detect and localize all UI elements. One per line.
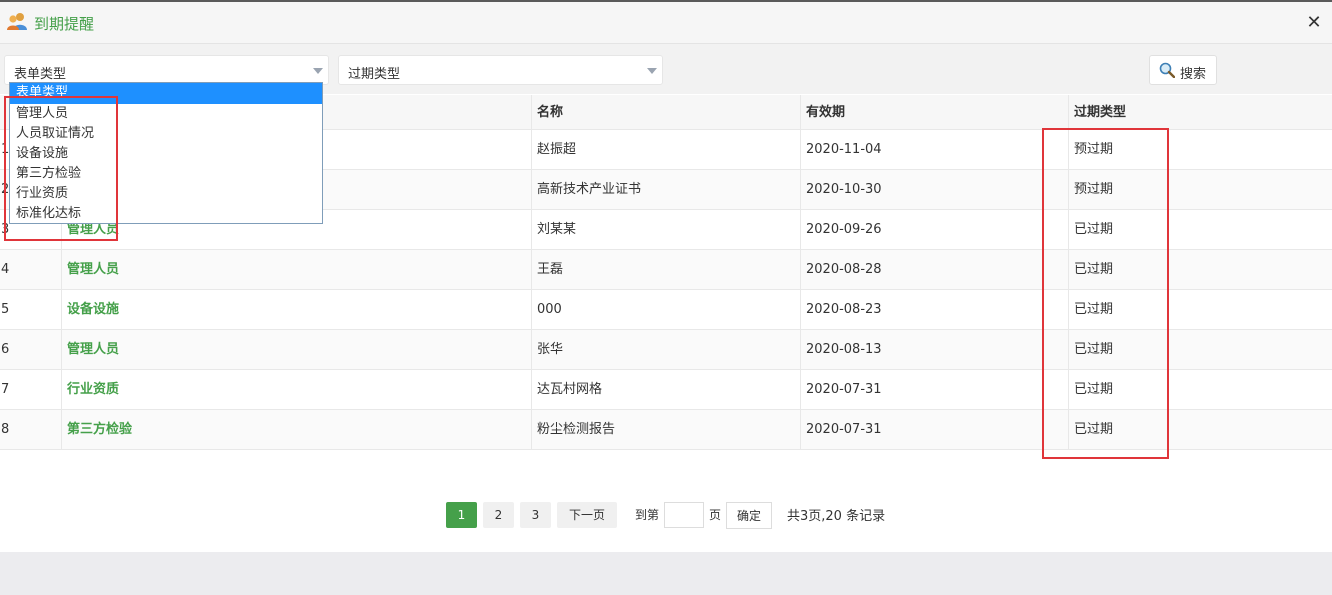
row-expiry-type: 已过期 (1074, 262, 1114, 277)
row-expiry-type: 已过期 (1074, 302, 1114, 317)
page-button-1[interactable]: 1 (446, 502, 477, 528)
goto-label: 到第 (635, 508, 660, 522)
search-button-label: 搜索 (1180, 67, 1207, 82)
page-button-3[interactable]: 3 (520, 502, 551, 528)
row-valid-until: 2020-08-23 (801, 290, 1069, 329)
row-valid-until: 2020-09-26 (801, 210, 1069, 249)
search-button[interactable]: 搜索 (1149, 55, 1217, 85)
expiry-type-select-value: 过期类型 (348, 67, 401, 82)
dropdown-option[interactable]: 第三方检验 (10, 164, 322, 184)
row-form-type[interactable]: 设备设施 (62, 290, 532, 329)
users-icon (6, 11, 28, 31)
row-name: 达瓦村网格 (532, 370, 801, 409)
dialog-titlebar: 到期提醒 ✕ (0, 2, 1332, 44)
page-button-2[interactable]: 2 (483, 502, 514, 528)
next-page-button[interactable]: 下一页 (557, 502, 617, 528)
row-expiry-type: 已过期 (1074, 422, 1114, 437)
row-name: 张华 (532, 330, 801, 369)
row-expiry-type: 预过期 (1074, 142, 1114, 157)
row-valid-until: 2020-08-28 (801, 250, 1069, 289)
dropdown-option[interactable]: 人员取证情况 (10, 124, 322, 144)
row-expiry-type: 已过期 (1074, 382, 1114, 397)
dropdown-arrow-icon (647, 68, 657, 74)
header-name: 名称 (532, 95, 801, 129)
header-valid-until: 有效期 (801, 95, 1069, 129)
row-name: 赵振超 (532, 130, 801, 169)
row-expiry-type: 已过期 (1074, 342, 1114, 357)
dropdown-arrow-icon (313, 68, 323, 74)
table-row[interactable]: 6 管理人员 张华 2020-08-13 已过期 (0, 330, 1332, 370)
row-index: 6 (0, 330, 62, 369)
table-row[interactable]: 7 行业资质 达瓦村网格 2020-07-31 已过期 (0, 370, 1332, 410)
dropdown-option[interactable]: 设备设施 (10, 144, 322, 164)
row-valid-until: 2020-07-31 (801, 370, 1069, 409)
confirm-page-button[interactable]: 确定 (726, 502, 772, 529)
row-index: 7 (0, 370, 62, 409)
dropdown-option[interactable]: 表单类型 (10, 83, 322, 104)
table-row[interactable]: 5 设备设施 000 2020-08-23 已过期 (0, 290, 1332, 330)
table-row[interactable]: 8 第三方检验 粉尘检测报告 2020-07-31 已过期 (0, 410, 1332, 450)
dropdown-option[interactable]: 管理人员 (10, 104, 322, 124)
form-type-dropdown-list: 表单类型 管理人员 人员取证情况 设备设施 第三方检验 行业资质 标准化达标 (9, 82, 323, 224)
row-valid-until: 2020-08-13 (801, 330, 1069, 369)
form-type-select[interactable]: 表单类型 (4, 55, 329, 85)
row-name: 粉尘检测报告 (532, 410, 801, 449)
row-form-type[interactable]: 行业资质 (62, 370, 532, 409)
header-expiry-type: 过期类型 (1074, 105, 1127, 120)
row-form-type[interactable]: 管理人员 (62, 330, 532, 369)
table-row[interactable]: 4 管理人员 王磊 2020-08-28 已过期 (0, 250, 1332, 290)
page-unit-label: 页 (709, 508, 722, 522)
pagination: 1 2 3 下一页 到第 页 确定 共3页,20 条记录 (0, 502, 1332, 532)
row-expiry-type: 预过期 (1074, 182, 1114, 197)
row-name: 高新技术产业证书 (532, 170, 801, 209)
row-expiry-type: 已过期 (1074, 222, 1114, 237)
close-icon[interactable]: ✕ (1302, 11, 1326, 35)
row-valid-until: 2020-07-31 (801, 410, 1069, 449)
row-form-type[interactable]: 管理人员 (62, 250, 532, 289)
dropdown-option[interactable]: 行业资质 (10, 184, 322, 204)
goto-page-input[interactable] (664, 502, 704, 528)
dialog-title: 到期提醒 (34, 15, 95, 33)
row-valid-until: 2020-10-30 (801, 170, 1069, 209)
row-index: 4 (0, 250, 62, 289)
row-name: 000 (532, 290, 801, 329)
total-records-text: 共3页,20 条记录 (787, 509, 886, 524)
row-form-type[interactable]: 第三方检验 (62, 410, 532, 449)
row-valid-until: 2020-11-04 (801, 130, 1069, 169)
row-index: 8 (0, 410, 62, 449)
expiry-type-select[interactable]: 过期类型 (338, 55, 663, 85)
row-index: 5 (0, 290, 62, 329)
row-name: 刘某某 (532, 210, 801, 249)
magnifier-icon (1159, 62, 1176, 79)
dropdown-option[interactable]: 标准化达标 (10, 204, 322, 224)
form-type-select-value: 表单类型 (14, 67, 67, 82)
row-name: 王磊 (532, 250, 801, 289)
